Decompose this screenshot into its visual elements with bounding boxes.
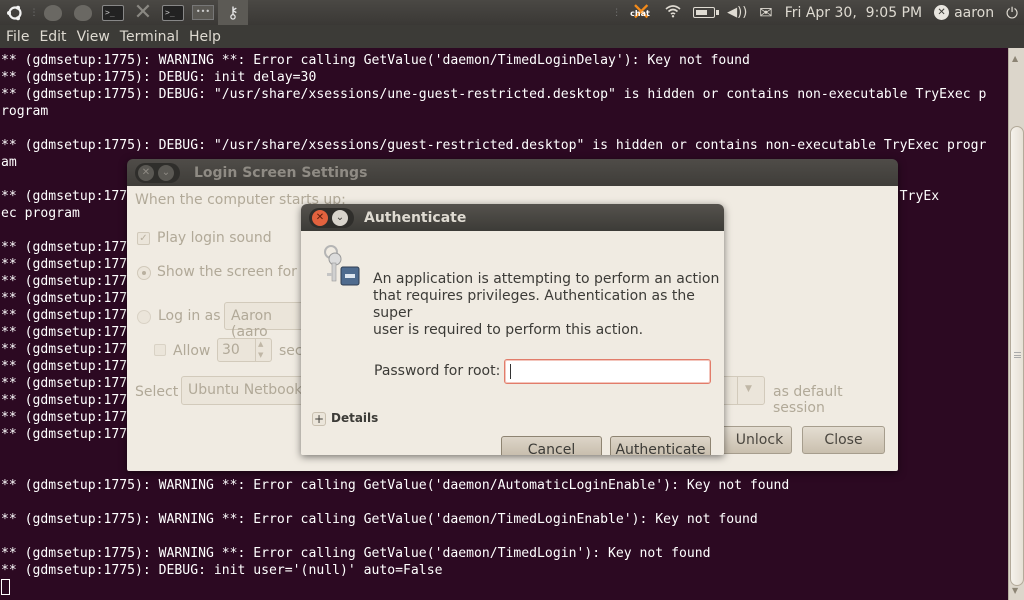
menu-help[interactable]: Help bbox=[185, 29, 225, 45]
dialog-title: Authenticate bbox=[364, 209, 467, 226]
menu-file[interactable]: File bbox=[2, 29, 33, 45]
battery-icon bbox=[693, 7, 720, 18]
terminal-icon: >_ bbox=[102, 4, 124, 21]
launcher-authenticate[interactable]: ••• bbox=[188, 0, 218, 25]
log-in-as-radio[interactable] bbox=[137, 310, 151, 324]
scrollbar-thumb[interactable] bbox=[1010, 126, 1024, 586]
keys-lock-icon bbox=[319, 243, 363, 287]
menu-terminal[interactable]: Terminal bbox=[116, 29, 183, 45]
tray-messaging[interactable]: ✉ bbox=[753, 0, 778, 25]
default-session-label: as default session bbox=[773, 384, 843, 416]
ubuntu-menu-button[interactable] bbox=[0, 0, 30, 25]
clock[interactable]: Fri Apr 30, 9:05 PM bbox=[779, 0, 928, 25]
show-screen-label: Show the screen for ch bbox=[157, 264, 318, 280]
cancel-button[interactable]: Cancel bbox=[501, 436, 602, 455]
play-sound-label: Play login sound bbox=[157, 230, 272, 246]
envelope-icon: ✉ bbox=[759, 3, 773, 22]
allow-checkbox[interactable] bbox=[154, 344, 166, 356]
auth-message: An application is attempting to perform … bbox=[373, 271, 720, 338]
launcher-terminal-2[interactable]: >_ bbox=[158, 0, 188, 25]
authenticate-button[interactable]: Authenticate bbox=[610, 436, 711, 455]
xchat-tray-icon: ✕ chat bbox=[630, 0, 652, 26]
minimize-icon[interactable]: ⌄ bbox=[158, 164, 174, 181]
tray-volume[interactable]: ◀)) bbox=[721, 0, 753, 25]
close-icon[interactable]: ✕ bbox=[312, 209, 328, 226]
top-panel: ⋮ >_ ✕ >_ ••• ⚷ ⋮ ✕ chat ◀)) ✉ Fri Apr 3… bbox=[0, 0, 1024, 25]
close-icon[interactable]: ✕ bbox=[138, 164, 154, 181]
wifi-icon bbox=[665, 4, 681, 22]
launcher-xchat[interactable]: ✕ bbox=[128, 0, 158, 25]
tray-xchat[interactable]: ✕ chat bbox=[623, 0, 659, 25]
terminal-line: ** (gdmsetup:1775): DEBUG: "/usr/share/x… bbox=[1, 138, 987, 153]
authentication-dialog-icon: ••• bbox=[192, 5, 214, 20]
authenticate-dialog: ✕ ⌄ Authenticate An application is attem… bbox=[301, 204, 724, 455]
auth-body: An application is attempting to perform … bbox=[301, 231, 724, 455]
play-sound-checkbox[interactable]: ✓ bbox=[137, 232, 150, 245]
ubuntu-logo-icon bbox=[7, 5, 22, 20]
panel-handle[interactable]: ⋮ bbox=[30, 0, 39, 25]
grip-icon bbox=[1014, 352, 1021, 358]
tray-battery[interactable] bbox=[687, 0, 721, 25]
select-label: Select bbox=[135, 384, 179, 400]
user-status-icon: ✕ bbox=[934, 5, 950, 20]
auth-titlebar[interactable]: ✕ ⌄ Authenticate bbox=[301, 204, 724, 231]
keys-icon: ⚷ bbox=[227, 3, 239, 22]
launcher-terminal-1[interactable]: >_ bbox=[98, 0, 128, 25]
terminal-icon: >_ bbox=[162, 4, 184, 21]
session-menu[interactable]: ⏻ bbox=[1000, 0, 1024, 25]
terminal-line: ** (gdmsetup:1775): DEBUG: init user='(n… bbox=[1, 563, 443, 578]
allow-label: Allow bbox=[173, 343, 211, 359]
chevron-down-icon: ▼ bbox=[745, 384, 752, 394]
terminal-line: ** (gdmsetup:1775): DEBUG: init delay=30 bbox=[1, 70, 317, 85]
terminal-line: ** (gdmsetup:1775): DEBUG: "/usr/share/x… bbox=[1, 87, 987, 102]
terminal-cursor-line bbox=[1, 579, 986, 597]
password-label: Password for root: bbox=[374, 363, 501, 379]
minimize-icon[interactable]: ⌄ bbox=[332, 209, 348, 226]
power-icon: ⏻ bbox=[1006, 3, 1018, 22]
footprints-icon bbox=[44, 4, 62, 21]
details-expander-icon[interactable]: + bbox=[312, 412, 326, 426]
tray-network[interactable] bbox=[659, 0, 687, 25]
scroll-down-arrow-icon[interactable]: ▼ bbox=[1012, 586, 1018, 595]
spin-down-icon[interactable]: ▼ bbox=[258, 351, 263, 359]
terminal-line: ** (gdmsetup:1775): WARNING **: Error ca… bbox=[1, 53, 750, 68]
close-button[interactable]: Close bbox=[802, 426, 885, 454]
user-menu[interactable]: ✕ aaron bbox=[928, 0, 1000, 25]
xchat-icon: ✕ bbox=[133, 0, 153, 25]
window-title: Login Screen Settings bbox=[194, 164, 368, 181]
terminal-line: ** (gdmsetup:1775): WARNING **: Error ca… bbox=[1, 512, 758, 527]
terminal-scrollbar[interactable]: ▲ ▼ bbox=[1008, 48, 1024, 600]
details-expander[interactable]: Details bbox=[331, 411, 378, 425]
show-screen-radio[interactable] bbox=[137, 266, 151, 280]
login-settings-titlebar[interactable]: ✕ ⌄ Login Screen Settings bbox=[127, 159, 898, 186]
menu-view[interactable]: View bbox=[73, 29, 114, 45]
launcher-keys[interactable]: ⚷ bbox=[218, 0, 248, 25]
menu-edit[interactable]: Edit bbox=[35, 29, 70, 45]
launcher-footprints-2[interactable] bbox=[68, 0, 98, 25]
password-input[interactable] bbox=[504, 359, 711, 384]
seconds-label: sec bbox=[279, 343, 303, 359]
terminal-cursor bbox=[1, 579, 10, 595]
volume-icon: ◀)) bbox=[727, 5, 748, 20]
scroll-up-arrow-icon[interactable]: ▲ bbox=[1012, 54, 1018, 63]
delay-spinbutton[interactable]: 30 ▲ ▼ bbox=[217, 338, 272, 362]
terminal-menubar: File Edit View Terminal Help bbox=[0, 25, 1024, 48]
text-caret bbox=[510, 364, 511, 379]
log-in-as-label: Log in as bbox=[158, 308, 221, 324]
spin-up-icon[interactable]: ▲ bbox=[258, 340, 263, 348]
footprints-icon bbox=[74, 4, 92, 21]
launcher-footprints-1[interactable] bbox=[38, 0, 68, 25]
terminal-line: ** (gdmsetup:1775): WARNING **: Error ca… bbox=[1, 478, 790, 493]
terminal-line: ** (gdmsetup:1775): WARNING **: Error ca… bbox=[1, 546, 711, 561]
terminal-line: rogram bbox=[1, 104, 49, 119]
tray-handle[interactable]: ⋮ bbox=[610, 0, 623, 25]
